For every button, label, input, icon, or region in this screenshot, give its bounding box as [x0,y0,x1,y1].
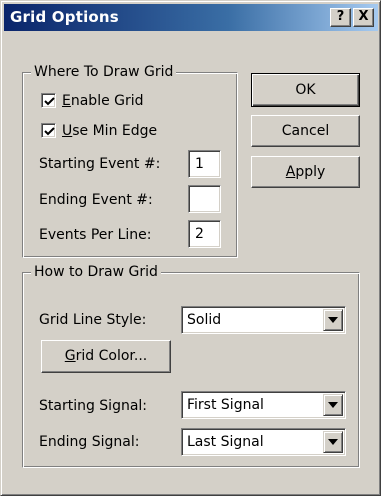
ending-signal-label: Ending Signal: [39,434,140,450]
chevron-down-icon [328,439,338,445]
check-mark-icon [44,97,55,106]
help-button[interactable]: ? [330,8,351,27]
cancel-button-label: Cancel [281,123,330,139]
starting-signal-select[interactable]: First Signal [181,391,346,419]
title-bar[interactable]: Grid Options ? X [4,4,378,31]
grid-color-button-label: rid Color... [75,348,148,364]
grid-color-hotkey: G [64,348,76,364]
use-min-edge-text: se Min Edge [72,123,158,139]
use-min-edge-checkbox[interactable] [41,123,56,138]
enable-grid-label[interactable]: Enable Grid [62,92,144,110]
use-min-edge-hotkey: U [62,123,73,139]
chevron-down-icon [328,317,338,323]
grid-color-button[interactable]: Grid Color... [41,340,171,373]
close-icon: X [358,9,369,24]
starting-event-input[interactable]: 1 [188,150,221,178]
events-per-line-label: Events Per Line: [39,227,152,243]
ending-signal-dropdown-button[interactable] [323,431,343,453]
window-title: Grid Options [10,8,119,26]
apply-button-label: pply [295,164,326,180]
use-min-edge-label[interactable]: Use Min Edge [62,122,157,140]
enable-grid-hotkey: E [62,93,71,109]
enable-grid-checkbox[interactable] [41,93,56,108]
where-to-draw-grid-legend: Where To Draw Grid [31,63,177,81]
ok-button-label: OK [295,82,316,98]
ending-signal-value: Last Signal [187,434,264,450]
cancel-button[interactable]: Cancel [251,115,360,147]
ending-signal-select[interactable]: Last Signal [181,428,346,456]
starting-signal-value: First Signal [187,397,264,413]
starting-signal-label: Starting Signal: [39,398,148,414]
starting-event-label: Starting Event #: [39,156,161,172]
apply-button[interactable]: Apply [251,156,360,188]
chevron-down-icon [328,402,338,408]
enable-grid-text: nable Grid [70,93,144,109]
ending-event-label: Ending Event #: [39,192,153,208]
starting-signal-dropdown-button[interactable] [323,394,343,416]
how-to-draw-grid-legend: How to Draw Grid [31,263,161,281]
grid-line-style-label: Grid Line Style: [39,312,147,328]
ok-button[interactable]: OK [251,73,360,107]
help-icon: ? [336,9,345,24]
apply-hotkey: A [285,164,296,180]
events-per-line-input[interactable]: 2 [188,220,221,248]
check-mark-icon [44,127,55,136]
grid-line-style-select[interactable]: Solid [181,306,346,334]
grid-line-style-dropdown-button[interactable] [323,309,343,331]
ending-event-input[interactable] [188,185,221,213]
close-button[interactable]: X [353,8,374,27]
grid-options-dialog: Grid Options ? X Where To Draw Grid Enab… [0,0,381,496]
grid-line-style-value: Solid [187,312,222,328]
